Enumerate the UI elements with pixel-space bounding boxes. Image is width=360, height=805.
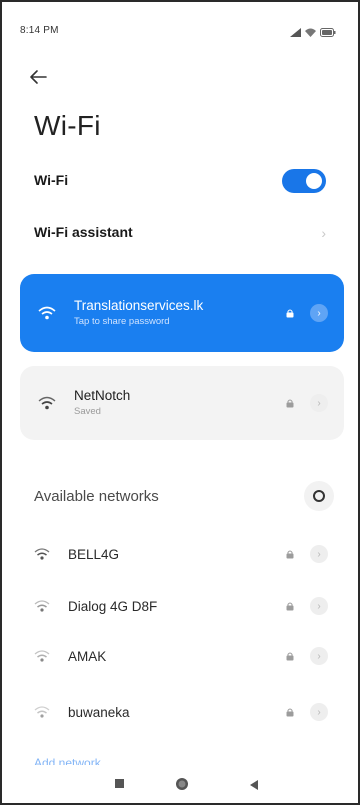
connected-network-card[interactable]: Translationservices.lk Tap to share pass… [20, 274, 344, 352]
wifi-signal-icon [34, 706, 50, 718]
network-row[interactable]: AMAK › [34, 636, 344, 676]
wifi-assistant-label: Wi-Fi assistant [34, 224, 133, 240]
network-name: Dialog 4G D8F [68, 598, 158, 614]
wifi-icon [305, 24, 316, 42]
available-networks-title: Available networks [34, 488, 159, 505]
lock-icon [286, 708, 294, 716]
wifi-signal-icon [38, 306, 56, 320]
recents-icon[interactable] [114, 777, 126, 795]
network-details-button[interactable]: › [310, 394, 328, 412]
network-details-button[interactable]: › [310, 703, 328, 721]
wifi-signal-icon [38, 396, 56, 410]
status-time: 8:14 PM [20, 25, 59, 36]
signal-icon [290, 24, 301, 42]
network-name: BELL4G [68, 546, 120, 562]
network-details-button[interactable]: › [310, 647, 328, 665]
lock-icon [286, 309, 294, 317]
toggle-knob [306, 173, 322, 189]
home-icon[interactable] [174, 776, 190, 797]
back-arrow-icon[interactable] [26, 64, 52, 90]
connected-subtitle: Tap to share password [74, 316, 170, 327]
chevron-right-icon: › [321, 225, 326, 241]
connected-ssid: Translationservices.lk [74, 298, 204, 313]
network-details-button[interactable]: › [310, 545, 328, 563]
wifi-assistant-row[interactable]: Wi-Fi assistant [34, 224, 338, 240]
wifi-label: Wi-Fi [34, 172, 69, 188]
refresh-button[interactable] [304, 481, 334, 511]
phone-screen: 8:14 PM Wi-Fi Wi-Fi Wi-Fi assistant › Tr… [0, 0, 360, 805]
wifi-signal-icon [34, 600, 50, 612]
saved-ssid: NetNotch [74, 388, 131, 403]
status-icons [290, 24, 336, 42]
network-row[interactable]: BELL4G › [34, 534, 344, 574]
lock-icon [286, 652, 294, 660]
wifi-signal-icon [34, 650, 50, 662]
status-bar: 8:14 PM [2, 2, 358, 42]
network-row[interactable]: buwaneka › [34, 692, 344, 732]
navigation-bar [2, 765, 358, 803]
saved-network-card[interactable]: NetNotch Saved › [20, 366, 344, 440]
network-details-button[interactable]: › [310, 304, 328, 322]
lock-icon [286, 550, 294, 558]
wifi-toggle[interactable] [282, 169, 326, 193]
saved-subtitle: Saved [74, 406, 101, 417]
refresh-icon [313, 490, 325, 502]
network-name: AMAK [68, 648, 107, 664]
network-details-button[interactable]: › [310, 597, 328, 615]
network-name: buwaneka [68, 704, 130, 720]
wifi-signal-icon [34, 548, 50, 560]
back-icon[interactable] [248, 778, 260, 796]
network-row[interactable]: Dialog 4G D8F › [34, 586, 344, 626]
lock-icon [286, 602, 294, 610]
battery-icon [320, 24, 336, 42]
lock-icon [286, 399, 294, 407]
page-title: Wi-Fi [34, 110, 101, 141]
